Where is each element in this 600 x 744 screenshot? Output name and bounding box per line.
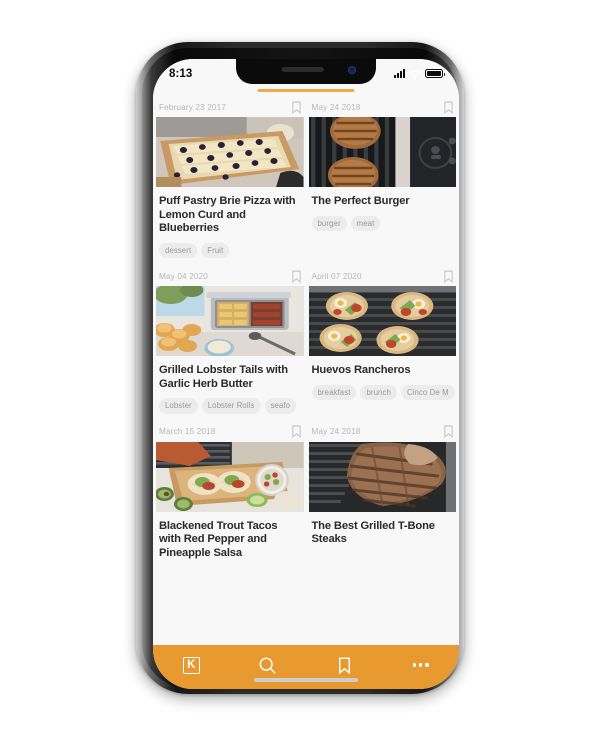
bookmark-outline-icon[interactable] bbox=[443, 101, 454, 114]
tag-list: breakfast brunch Cinco De M bbox=[309, 378, 457, 407]
card-meta: February 23 2017 bbox=[156, 97, 304, 117]
phone-device-frame: 8:13 February 23 2017 Puff Pastry Brie P… bbox=[136, 42, 464, 694]
recipe-date: March 15 2018 bbox=[159, 427, 216, 436]
recipe-image[interactable] bbox=[308, 117, 456, 187]
recipe-card[interactable]: May 24 2018 bbox=[308, 421, 457, 562]
bookmark-outline-icon[interactable] bbox=[291, 425, 302, 438]
battery-full-icon bbox=[425, 69, 445, 78]
recipe-date: February 23 2017 bbox=[159, 102, 227, 112]
card-meta: May 24 2018 bbox=[309, 422, 457, 442]
tag-chip[interactable]: breakfast bbox=[311, 384, 357, 400]
device-notch bbox=[236, 59, 376, 84]
status-bar-indicators bbox=[394, 69, 445, 79]
earpiece-speaker bbox=[281, 67, 324, 72]
bookmark-outline-icon[interactable] bbox=[335, 656, 354, 675]
feed-row: February 23 2017 Puff Pastry Brie Pizza … bbox=[153, 97, 459, 266]
recipe-date: April 07 2020 bbox=[311, 271, 362, 281]
wifi-icon bbox=[409, 69, 421, 79]
phone-screen: 8:13 February 23 2017 Puff Pastry Brie P… bbox=[153, 59, 459, 689]
bookmark-outline-icon[interactable] bbox=[443, 425, 454, 438]
search-icon[interactable] bbox=[258, 656, 277, 675]
recipe-date: May 04 2020 bbox=[159, 271, 208, 281]
feed-row: March 15 2018 Blackened Trout Tacos with… bbox=[153, 421, 459, 562]
front-camera-icon bbox=[348, 66, 356, 74]
feed-row: May 04 2020 Grilled Lobster Tails with G… bbox=[153, 266, 459, 422]
tag-chip[interactable]: Lobster Rolls bbox=[201, 398, 261, 414]
recipe-title[interactable]: The Best Grilled T-Bone Steaks bbox=[309, 512, 457, 547]
tag-chip[interactable]: meat bbox=[350, 215, 381, 231]
bottom-navigation-bar: K bbox=[153, 645, 459, 689]
bookmark-outline-icon[interactable] bbox=[443, 270, 454, 283]
nav-item-search[interactable] bbox=[230, 654, 307, 676]
home-indicator[interactable] bbox=[254, 678, 358, 682]
recipe-image[interactable] bbox=[156, 117, 304, 187]
tag-chip[interactable]: Lobster bbox=[159, 398, 198, 414]
card-meta: March 15 2018 bbox=[156, 422, 304, 442]
recipe-card[interactable]: February 23 2017 Puff Pastry Brie Pizza … bbox=[156, 97, 304, 266]
recipe-card[interactable]: May 04 2020 Grilled Lobster Tails with G… bbox=[156, 266, 304, 422]
phone-inner-bezel: 8:13 February 23 2017 Puff Pastry Brie P… bbox=[142, 48, 459, 689]
recipe-title[interactable]: Huevos Rancheros bbox=[309, 356, 457, 378]
tag-chip[interactable]: dessert bbox=[159, 242, 198, 258]
recipe-card[interactable]: March 15 2018 Blackened Trout Tacos with… bbox=[156, 421, 304, 562]
top-tab-bar bbox=[153, 85, 459, 97]
card-meta: April 07 2020 bbox=[309, 266, 457, 286]
tag-chip[interactable]: Cinco De M bbox=[400, 384, 455, 400]
recipe-title[interactable]: The Perfect Burger bbox=[309, 187, 457, 209]
recipe-date: May 24 2018 bbox=[311, 102, 361, 112]
recipe-card[interactable]: April 07 2020 Huevos Rancheros breakfast… bbox=[308, 266, 457, 422]
recipe-image[interactable] bbox=[308, 286, 456, 356]
card-meta: May 04 2020 bbox=[156, 266, 304, 286]
cellular-signal-icon bbox=[394, 69, 405, 78]
tag-chip[interactable]: Fruit bbox=[201, 242, 230, 258]
nav-item-bookmarks[interactable] bbox=[306, 654, 383, 676]
tag-chip[interactable]: burger bbox=[311, 215, 347, 231]
tag-list: burger meat bbox=[309, 209, 457, 238]
screenshot-canvas: 8:13 February 23 2017 Puff Pastry Brie P… bbox=[0, 0, 600, 744]
card-meta: May 24 2018 bbox=[309, 97, 457, 117]
bookmark-outline-icon[interactable] bbox=[291, 270, 302, 283]
recipe-title[interactable]: Grilled Lobster Tails with Garlic Herb B… bbox=[156, 356, 304, 391]
status-bar-time: 8:13 bbox=[169, 67, 193, 80]
tag-chip[interactable]: brunch bbox=[360, 384, 397, 400]
active-tab-indicator[interactable] bbox=[257, 89, 355, 92]
nav-item-more[interactable] bbox=[383, 654, 460, 676]
recipe-title[interactable]: Puff Pastry Brie Pizza with Lemon Curd a… bbox=[156, 187, 304, 236]
tag-list: dessert Fruit bbox=[156, 236, 304, 265]
nav-item-home[interactable]: K bbox=[153, 654, 230, 676]
recipe-image[interactable] bbox=[156, 286, 304, 356]
recipe-image[interactable] bbox=[308, 441, 456, 512]
k-logo-icon[interactable]: K bbox=[182, 656, 200, 674]
more-horizontal-icon[interactable] bbox=[412, 663, 429, 667]
recipe-title[interactable]: Blackened Trout Tacos with Red Pepper an… bbox=[156, 512, 304, 561]
tag-chip[interactable]: seafo bbox=[264, 398, 297, 414]
recipe-date: May 24 2018 bbox=[311, 427, 361, 436]
tag-list: Lobster Lobster Rolls seafo bbox=[156, 391, 304, 420]
bookmark-outline-icon[interactable] bbox=[291, 101, 302, 114]
recipe-feed-scroll-area[interactable]: February 23 2017 Puff Pastry Brie Pizza … bbox=[153, 97, 459, 645]
recipe-card[interactable]: May 24 2018 bbox=[308, 97, 457, 266]
recipe-image[interactable] bbox=[156, 441, 304, 512]
